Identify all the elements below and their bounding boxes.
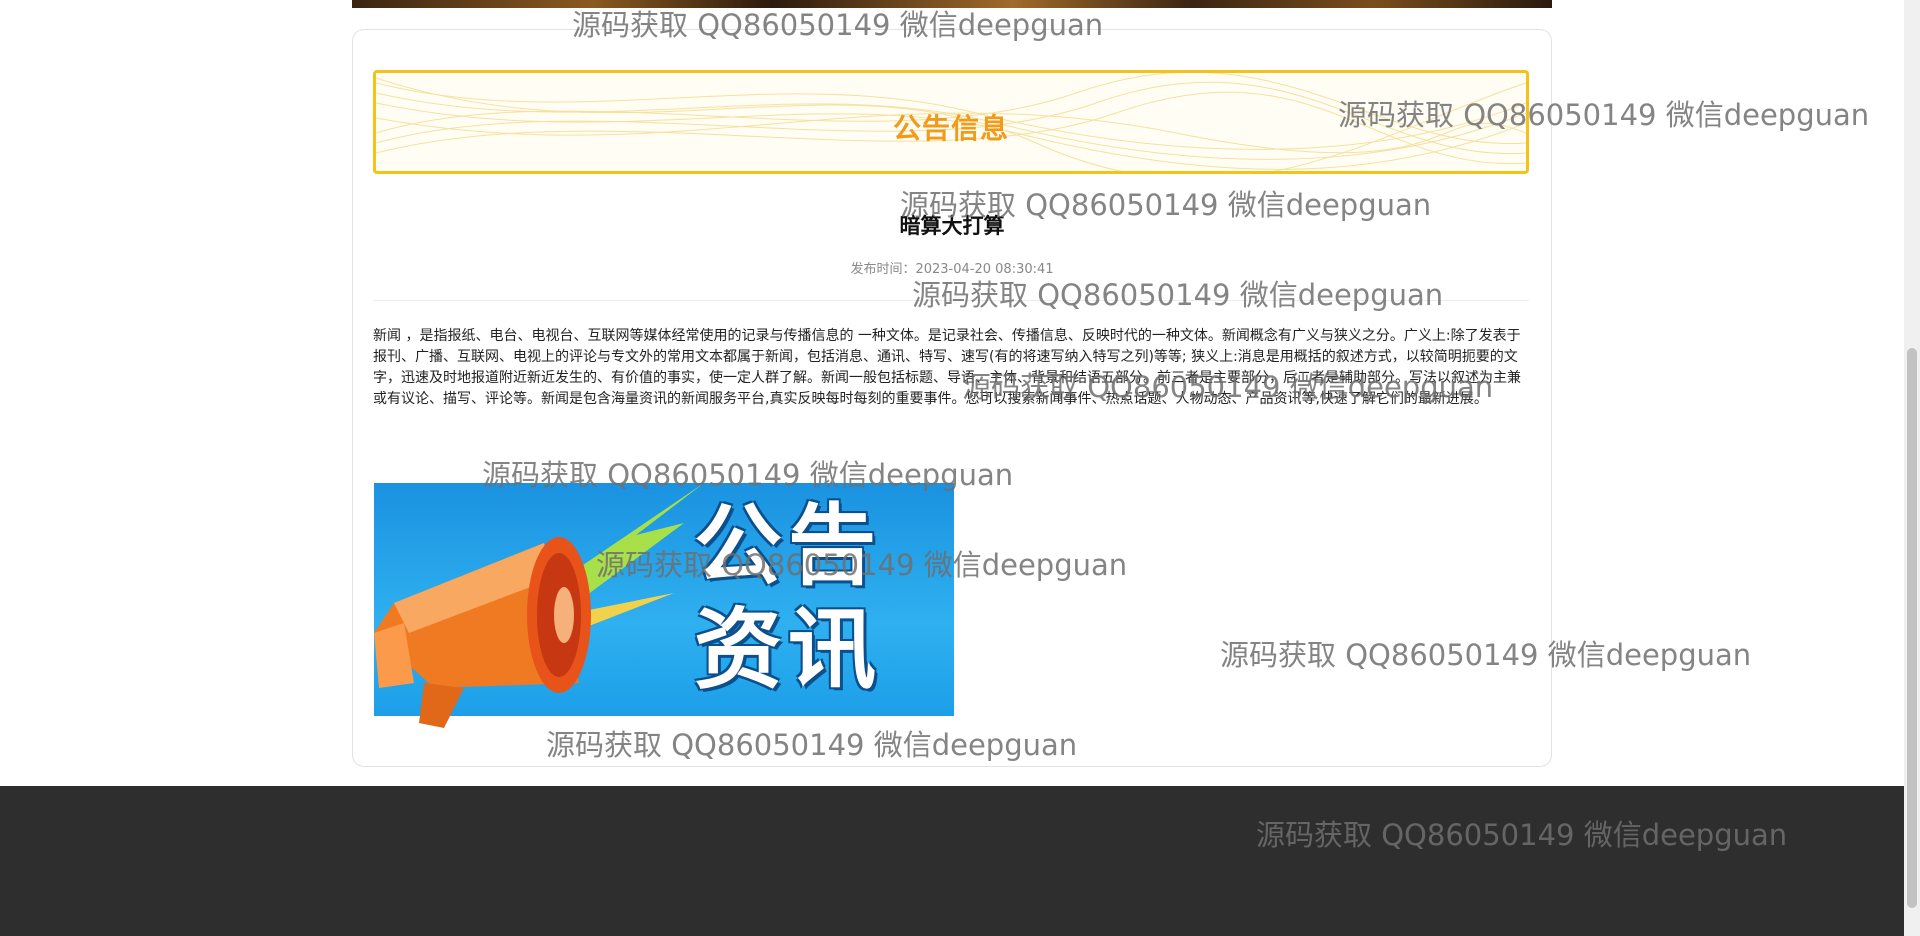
vertical-scrollbar[interactable] bbox=[1904, 0, 1920, 936]
publish-time-value: 2023-04-20 08:30:41 bbox=[915, 262, 1054, 277]
top-banner-image-strip bbox=[352, 0, 1552, 8]
page-footer bbox=[0, 786, 1904, 936]
notice-detail-card: 公告信息 暗算大打算 发布时间：2023-04-20 08:30:41 新闻 ，… bbox=[352, 29, 1552, 767]
publish-time-label: 发布时间： bbox=[850, 262, 916, 277]
article-content: 新闻 ，是指报纸、电台、电视台、互联网等媒体经常使用的记录与传播信息的 一种文体… bbox=[373, 328, 1521, 407]
notice-header-title: 公告信息 bbox=[892, 112, 1009, 145]
notice-header-banner: 公告信息 bbox=[373, 70, 1529, 174]
publish-meta: 发布时间：2023-04-20 08:30:41 bbox=[353, 258, 1551, 277]
megaphone-icon bbox=[374, 483, 704, 728]
announcement-promo-image: 公告资讯 bbox=[374, 483, 954, 728]
promo-image-caption: 公告资讯 bbox=[694, 493, 883, 701]
article-title: 暗算大打算 bbox=[899, 214, 1005, 238]
scrollbar-thumb[interactable] bbox=[1907, 348, 1917, 908]
divider bbox=[373, 300, 1529, 301]
